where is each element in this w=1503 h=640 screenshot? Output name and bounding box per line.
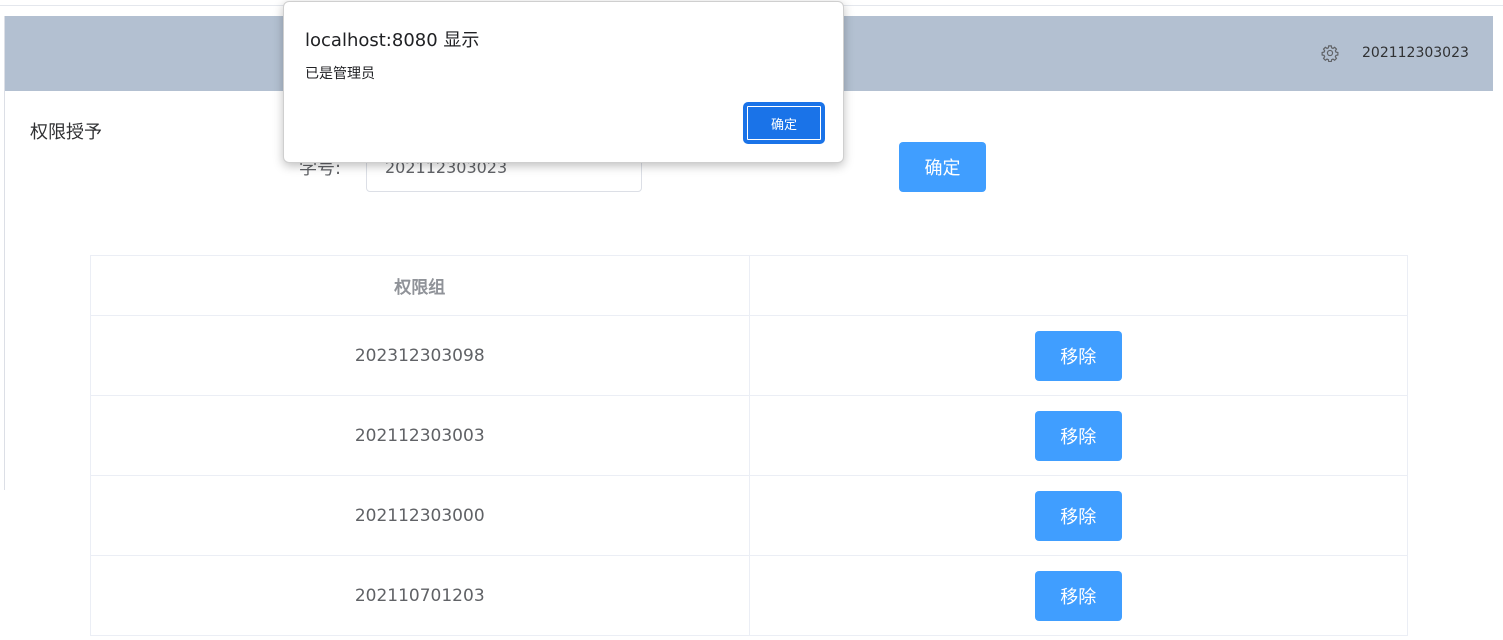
- alert-dialog: localhost:8080 显示 已是管理员 确定: [283, 1, 844, 163]
- dialog-ok-button[interactable]: 确定: [744, 103, 824, 143]
- row-id: 202112303000: [91, 476, 750, 555]
- dialog-message: 已是管理员: [305, 66, 375, 82]
- row-action-cell: 移除: [750, 316, 1408, 395]
- row-id: 202312303098: [91, 316, 750, 395]
- permission-table: 权限组 202312303098 移除 202112303003 移除 2021…: [90, 255, 1408, 636]
- remove-button[interactable]: 移除: [1034, 330, 1122, 381]
- gear-icon[interactable]: [1321, 44, 1339, 62]
- remove-button[interactable]: 移除: [1034, 490, 1122, 541]
- row-id: 202112303003: [91, 396, 750, 475]
- column-header-action: [750, 256, 1408, 315]
- table-row: 202312303098 移除: [91, 316, 1408, 396]
- table-row: 202110701203 移除: [91, 556, 1408, 636]
- row-action-cell: 移除: [750, 556, 1408, 635]
- page-title: 权限授予: [30, 122, 102, 143]
- header-username[interactable]: 202112303023: [1362, 45, 1469, 61]
- table-row: 202112303000 移除: [91, 476, 1408, 556]
- table-row: 202112303003 移除: [91, 396, 1408, 476]
- remove-button[interactable]: 移除: [1034, 410, 1122, 461]
- column-header-permission-group: 权限组: [91, 256, 750, 315]
- row-id: 202110701203: [91, 556, 750, 635]
- dialog-title: localhost:8080 显示: [305, 30, 480, 51]
- remove-button[interactable]: 移除: [1034, 570, 1122, 621]
- table-header-row: 权限组: [91, 256, 1408, 316]
- row-action-cell: 移除: [750, 396, 1408, 475]
- row-action-cell: 移除: [750, 476, 1408, 555]
- page: 202112303023 权限授予 学号: 确定 权限组 20231230309…: [0, 0, 1503, 640]
- confirm-button[interactable]: 确定: [899, 142, 986, 192]
